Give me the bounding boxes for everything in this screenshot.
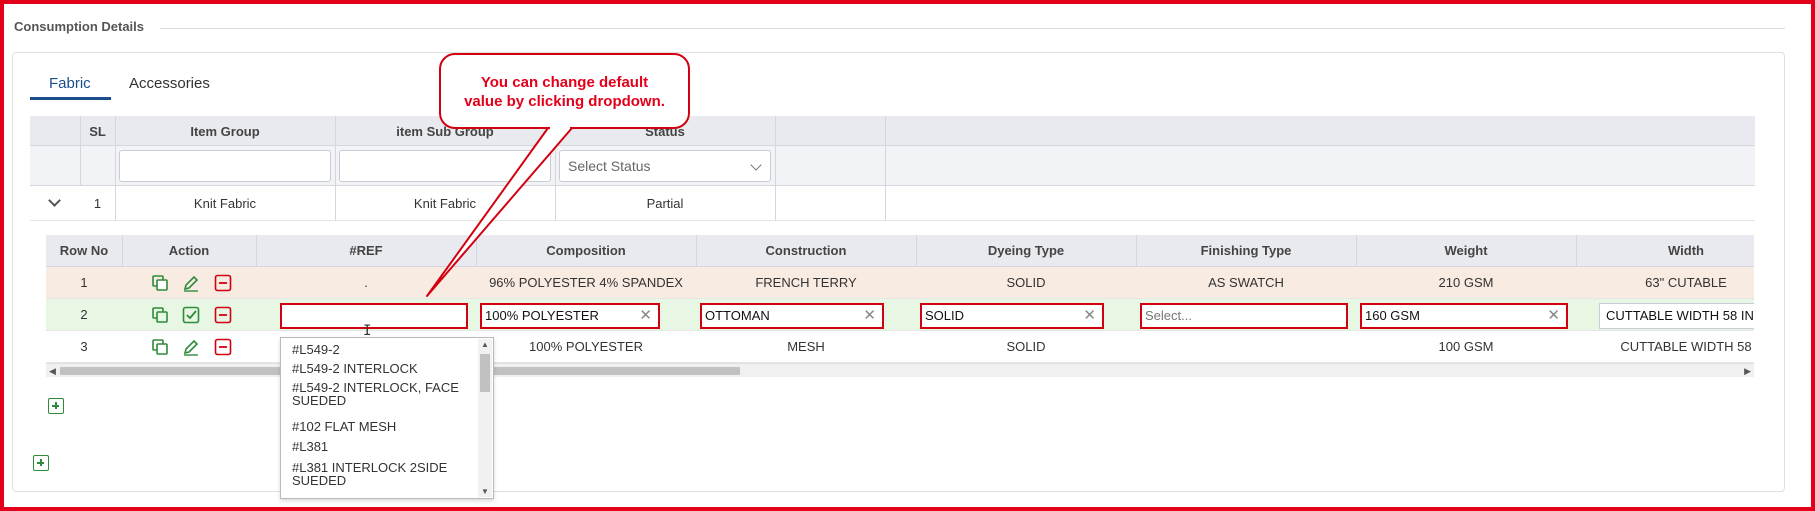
scrollbar-thumb[interactable]: [480, 354, 490, 392]
pencil-icon[interactable]: [182, 338, 200, 356]
text-cursor-icon: I: [363, 323, 372, 339]
ref-dropdown-list[interactable]: #L549-2 #L549-2 INTERLOCK #L549-2 INTERL…: [280, 337, 494, 499]
minus-square-icon[interactable]: [214, 274, 232, 292]
close-icon[interactable]: ✕: [863, 305, 876, 327]
construction-cell[interactable]: FRENCH TERRY: [696, 267, 916, 299]
finishing-type-cell[interactable]: [1136, 331, 1356, 363]
active-tab-indicator: [30, 97, 111, 100]
construction-input[interactable]: OTTOMAN ✕: [700, 303, 884, 329]
list-item[interactable]: #L381 INTERLOCK 2SIDE SUEDED: [292, 461, 467, 487]
column-header-weight: Weight: [1444, 243, 1488, 258]
dyeing-type-cell[interactable]: SOLID: [916, 267, 1136, 299]
column-header-finishing-type: Finishing Type: [1200, 243, 1292, 258]
check-square-icon[interactable]: [182, 306, 200, 324]
scroll-left-icon[interactable]: ◀: [49, 366, 56, 377]
close-icon[interactable]: ✕: [639, 305, 652, 327]
list-item[interactable]: #L381: [292, 440, 467, 453]
column-header-width: Width: [1668, 243, 1704, 258]
dropdown-scrollbar[interactable]: ▲ ▼: [478, 339, 492, 497]
column-header-construction: Construction: [765, 243, 847, 258]
weight-input[interactable]: 160 GSM ✕: [1360, 303, 1568, 329]
width-input[interactable]: CUTTABLE WIDTH 58 INC: [1599, 303, 1754, 329]
dyeing-type-input[interactable]: SOLID ✕: [920, 303, 1104, 329]
section-title: Consumption Details: [14, 19, 145, 34]
section-divider: [160, 28, 1785, 29]
status-filter-select[interactable]: Select Status: [559, 150, 771, 182]
ref-cell[interactable]: .: [256, 267, 476, 299]
pencil-icon[interactable]: [182, 274, 200, 292]
tab-fabric[interactable]: Fabric: [49, 75, 91, 92]
copy-icon[interactable]: [151, 338, 169, 356]
row-no: 3: [80, 339, 88, 354]
callout-box: You can change default value by clicking…: [439, 53, 690, 129]
composition-input[interactable]: 100% POLYESTER ✕: [480, 303, 660, 329]
outer-grid-header: SL Item Group item Sub Group Status: [30, 116, 1755, 146]
dyeing-type-cell[interactable]: SOLID: [916, 331, 1136, 363]
ref-input[interactable]: [280, 303, 468, 329]
table-row: 1 Knit Fabric Knit Fabric Partial: [30, 186, 1755, 221]
scroll-up-icon[interactable]: ▲: [481, 340, 489, 349]
list-item[interactable]: #L549-2 INTERLOCK: [292, 362, 467, 375]
row-sl: 1: [93, 196, 102, 211]
row-no: 1: [80, 275, 88, 290]
construction-cell[interactable]: MESH: [696, 331, 916, 363]
outer-grid-filter-row: Select Status: [30, 146, 1755, 186]
table-row: 1 . 96% POLYESTER 4% SPANDEX FRENCH TERR…: [46, 267, 1754, 299]
add-row-button[interactable]: [48, 398, 64, 414]
add-item-button[interactable]: [33, 455, 49, 471]
chevron-down-icon: [750, 159, 762, 171]
minus-square-icon[interactable]: [214, 338, 232, 356]
row-no: 2: [80, 307, 88, 322]
scroll-right-icon[interactable]: ▶: [1744, 366, 1751, 377]
column-header-dyeing-type: Dyeing Type: [987, 243, 1065, 258]
column-header-item-group: Item Group: [190, 124, 260, 139]
callout-text: You can change default value by clicking…: [464, 74, 665, 110]
column-header-composition: Composition: [546, 243, 626, 258]
item-group-filter-input[interactable]: [119, 150, 331, 182]
row-item-group: Knit Fabric: [193, 196, 257, 211]
row-status: Partial: [646, 196, 684, 211]
column-header-ref: #REF: [349, 243, 383, 258]
tab-accessories[interactable]: Accessories: [129, 75, 210, 92]
item-sub-group-filter-input[interactable]: [339, 150, 551, 182]
column-header-sl: SL: [89, 124, 106, 139]
close-icon[interactable]: ✕: [1547, 305, 1560, 327]
list-item[interactable]: #L549-2: [292, 343, 467, 356]
composition-cell[interactable]: 100% POLYESTER: [476, 331, 696, 363]
composition-cell[interactable]: 96% POLYESTER 4% SPANDEX: [476, 267, 696, 299]
table-row-editing: 2 100% POLYESTER ✕ OTTOMAN ✕ SOLID ✕ Select…: [46, 299, 1754, 331]
list-item[interactable]: #102 FLAT MESH: [292, 420, 467, 433]
column-header-action: Action: [168, 243, 210, 258]
close-icon[interactable]: ✕: [1083, 305, 1096, 327]
copy-icon[interactable]: [151, 306, 169, 324]
list-item[interactable]: #L549-2 INTERLOCK, FACE SUEDED: [292, 381, 467, 407]
width-cell[interactable]: 63" CUTABLE: [1576, 267, 1754, 299]
weight-cell[interactable]: 100 GSM: [1356, 331, 1576, 363]
row-item-sub-group: Knit Fabric: [413, 196, 477, 211]
copy-icon[interactable]: [151, 274, 169, 292]
column-header-row-no: Row No: [59, 243, 109, 258]
status-filter-placeholder: Select Status: [568, 158, 651, 174]
scroll-down-icon[interactable]: ▼: [481, 487, 489, 496]
finishing-type-cell[interactable]: AS SWATCH: [1136, 267, 1356, 299]
weight-cell[interactable]: 210 GSM: [1356, 267, 1576, 299]
minus-square-icon[interactable]: [214, 306, 232, 324]
finishing-type-input[interactable]: Select...: [1140, 303, 1348, 329]
detail-grid-header: Row No Action #REF Composition Construct…: [46, 235, 1754, 267]
width-cell[interactable]: CUTTABLE WIDTH 58: [1576, 331, 1754, 363]
